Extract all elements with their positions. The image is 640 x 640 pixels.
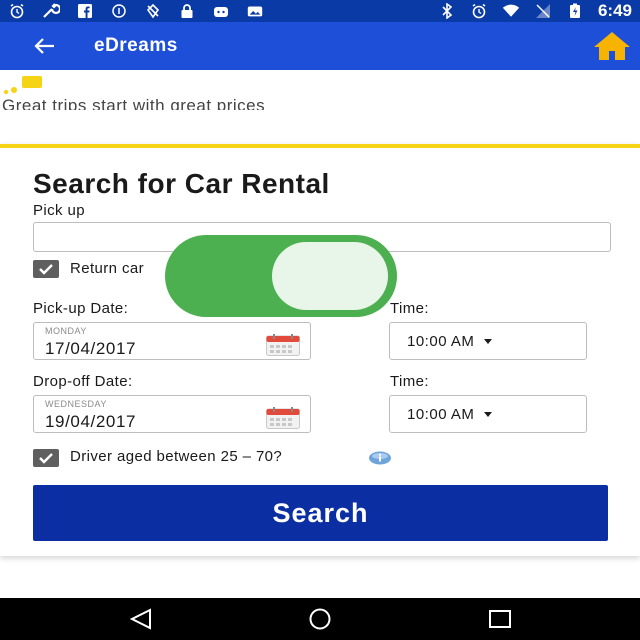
lock-icon bbox=[178, 3, 196, 19]
android-icon bbox=[212, 3, 230, 19]
wrench-icon bbox=[42, 3, 60, 19]
checkmark-icon bbox=[39, 453, 53, 464]
dropoff-date-field[interactable]: WEDNESDAY 19/04/2017 bbox=[33, 395, 311, 433]
driver-age-label: Driver aged between 25 – 70? bbox=[70, 448, 283, 465]
status-icons-left bbox=[8, 3, 264, 19]
dropoff-time-label: Time: bbox=[390, 373, 429, 390]
nav-home-button[interactable] bbox=[305, 606, 335, 632]
toggle-switch[interactable] bbox=[165, 235, 397, 317]
dropoff-date-label: Drop-off Date: bbox=[33, 373, 133, 390]
dropdown-caret-icon bbox=[484, 411, 493, 417]
info-icon[interactable] bbox=[368, 451, 392, 465]
circle-home-icon bbox=[309, 608, 331, 630]
square-recents-icon bbox=[489, 610, 511, 628]
navigation-bar bbox=[0, 598, 640, 640]
nav-recents-button[interactable] bbox=[485, 606, 515, 632]
bluetooth-icon bbox=[438, 3, 456, 19]
app-title: eDreams bbox=[94, 35, 178, 56]
calendar-icon bbox=[266, 334, 300, 356]
pickup-date-value: 17/04/2017 bbox=[45, 339, 137, 358]
pickup-time-select[interactable]: 10:00 AM bbox=[389, 322, 587, 360]
pickup-time-value: 10:00 AM bbox=[407, 332, 475, 350]
car-rental-card: Search for Car Rental Pick up Return car… bbox=[0, 144, 640, 556]
driver-age-checkbox[interactable] bbox=[33, 449, 59, 467]
dropoff-date-value: 19/04/2017 bbox=[45, 412, 137, 431]
status-time: 6:49 bbox=[597, 1, 632, 20]
return-car-label: Return car bbox=[70, 260, 145, 277]
no-signal-icon bbox=[534, 3, 552, 19]
status-bar: 6:49 bbox=[0, 0, 640, 22]
checkmark-icon bbox=[39, 264, 53, 275]
pickup-day: MONDAY bbox=[45, 326, 87, 336]
no-location-icon bbox=[144, 3, 162, 19]
arrow-left-icon bbox=[34, 38, 54, 54]
data-saver-icon bbox=[110, 3, 128, 19]
battery-icon bbox=[566, 3, 584, 19]
pickup-time-label: Time: bbox=[390, 300, 429, 317]
pickup-label: Pick up bbox=[33, 202, 85, 219]
app-bar: eDreams bbox=[0, 22, 640, 70]
tagline-area: Great trips start with great prices bbox=[0, 70, 640, 146]
calendar-icon bbox=[266, 407, 300, 429]
back-button[interactable] bbox=[16, 22, 72, 70]
dropdown-caret-icon bbox=[484, 338, 493, 344]
pickup-date-label: Pick-up Date: bbox=[33, 300, 129, 317]
pickup-date-field[interactable]: MONDAY 17/04/2017 bbox=[33, 322, 311, 360]
status-icons-right: 6:49 bbox=[438, 1, 632, 21]
dropoff-time-select[interactable]: 10:00 AM bbox=[389, 395, 587, 433]
triangle-back-icon bbox=[129, 608, 151, 630]
facebook-icon bbox=[76, 3, 94, 19]
dropoff-time-value: 10:00 AM bbox=[407, 405, 475, 423]
home-icon bbox=[594, 32, 630, 60]
wifi-icon bbox=[502, 3, 520, 19]
logo-dots-icon bbox=[3, 76, 42, 95]
photo-icon bbox=[246, 3, 264, 19]
tagline: Great trips start with great prices bbox=[2, 96, 266, 110]
alarm-icon bbox=[470, 3, 488, 19]
alarm-icon bbox=[8, 3, 26, 19]
search-button[interactable]: Search bbox=[33, 485, 608, 541]
screen: 6:49 eDreams Great trips start with grea… bbox=[0, 0, 640, 640]
return-car-checkbox[interactable] bbox=[33, 260, 59, 278]
home-button[interactable] bbox=[592, 30, 630, 62]
toggle-knob[interactable] bbox=[272, 242, 388, 310]
card-title: Search for Car Rental bbox=[33, 168, 330, 199]
nav-back-button[interactable] bbox=[126, 606, 156, 632]
dropoff-day: WEDNESDAY bbox=[45, 399, 107, 409]
